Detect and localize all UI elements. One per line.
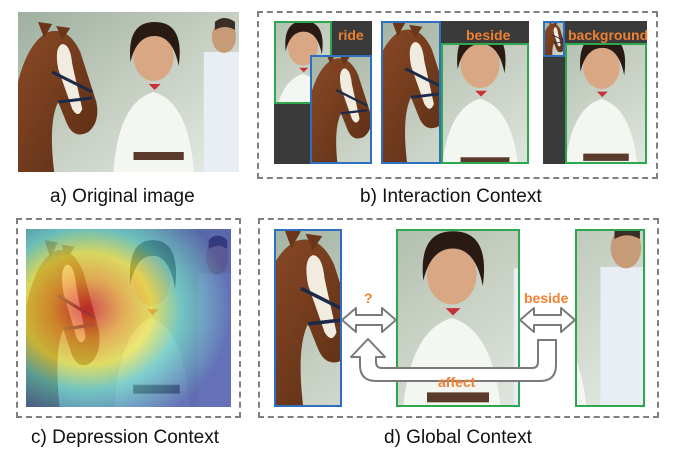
caption-global-context: d) Global Context — [384, 427, 532, 448]
label-affect: affect — [438, 374, 476, 390]
double-arrow-horse-woman — [341, 307, 397, 333]
double-arrow-woman-man — [519, 307, 576, 333]
global-arrows — [341, 307, 576, 382]
label-question: ? — [364, 290, 373, 306]
label-beside-global: beside — [524, 290, 569, 306]
